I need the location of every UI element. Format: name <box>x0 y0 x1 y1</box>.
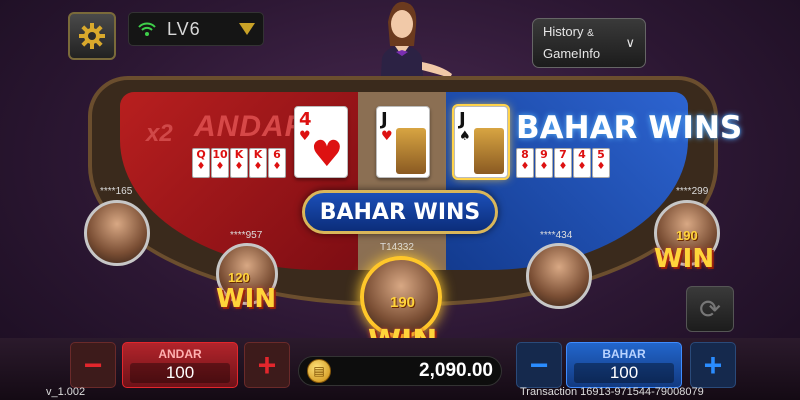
card-suit: ♦ <box>558 161 568 172</box>
andar-bet-button[interactable]: ANDAR 100 <box>122 342 238 388</box>
gameinfo-label: GameInfo <box>543 46 601 61</box>
card-suit: ♦ <box>196 161 206 172</box>
history-gameinfo-button[interactable]: History & GameInfo ∨ <box>532 18 646 68</box>
card-suit: ♦ <box>253 161 263 172</box>
coin-icon: ▤ <box>307 359 331 383</box>
balance-display: ▤ 2,090.00 <box>298 356 502 386</box>
card-rank: J <box>381 109 388 130</box>
player-name: ****957 <box>230 230 263 241</box>
andar-multiplier: x2 <box>146 120 173 147</box>
ampersand-label: & <box>587 28 594 39</box>
card-rank: 7 <box>559 148 567 161</box>
plus-icon: + <box>257 346 277 383</box>
result-banner: BAHAR WINS <box>302 190 498 234</box>
refresh-icon: ⟳ <box>699 293 721 324</box>
dealt-card: 4 ♦ <box>573 148 591 178</box>
card-rank: K <box>253 148 263 161</box>
andar-title: ANDAR <box>194 110 308 143</box>
gear-icon <box>79 23 105 49</box>
andar-decrease-button[interactable]: − <box>70 342 116 388</box>
card-rank: 10 <box>212 148 228 161</box>
card-rank: Q <box>196 148 206 161</box>
dealt-card: 10 ♦ <box>211 148 229 178</box>
minus-icon: − <box>529 346 549 383</box>
player-avatar[interactable] <box>84 200 150 266</box>
card-suit: ♦ <box>596 161 606 172</box>
card-suit: ♦ <box>577 161 587 172</box>
player-name: T14332 <box>380 242 414 253</box>
win-label: WIN <box>216 284 277 314</box>
card-rank: 6 <box>273 148 281 161</box>
transaction-label: Transaction 16913-971544-79008079 <box>520 386 704 398</box>
dealt-card: 5 ♦ <box>592 148 610 178</box>
andar-bet-amount: 100 <box>130 363 230 383</box>
card-rank: 8 <box>521 148 529 161</box>
andar-dealt-cards: Q ♦ 10 ♦ K ♦ K ♦ 6 ♦ <box>192 148 286 178</box>
card-suit: ♥ <box>381 129 393 144</box>
card-rank: 9 <box>540 148 548 161</box>
player-win-amount: 190 <box>676 228 698 243</box>
balance-value: 2,090.00 <box>419 360 493 381</box>
history-label: History <box>543 24 584 39</box>
card-rank: 4 <box>299 109 312 130</box>
bahar-bet-amount: 100 <box>574 363 674 383</box>
player-name: ****165 <box>100 186 133 197</box>
bahar-decrease-button[interactable]: − <box>516 342 562 388</box>
player-name: ****299 <box>676 186 709 197</box>
andar-bet-title: ANDAR <box>158 347 202 361</box>
level-dropdown[interactable]: LV6 <box>128 12 264 46</box>
dealt-card: 6 ♦ <box>268 148 286 178</box>
bahar-top-card: J ♠ <box>452 104 510 180</box>
bahar-bet-button[interactable]: BAHAR 100 <box>566 342 682 388</box>
minus-icon: − <box>83 346 103 383</box>
plus-icon: + <box>703 346 723 383</box>
win-label: WIN <box>654 244 715 274</box>
card-suit: ♦ <box>215 161 225 172</box>
dealt-card: 8 ♦ <box>516 148 534 178</box>
bahar-bet-title: BAHAR <box>602 347 646 361</box>
card-rank: K <box>234 148 244 161</box>
dealt-card: 7 ♦ <box>554 148 572 178</box>
card-suit: ♦ <box>520 161 530 172</box>
andar-increase-button[interactable]: + <box>244 342 290 388</box>
player-win-amount: 190 <box>390 294 416 311</box>
level-label: LV6 <box>167 18 201 39</box>
caret-down-icon <box>239 23 255 35</box>
bahar-wins-title: BAHAR WINS <box>516 110 743 146</box>
jack-face-icon <box>474 128 504 174</box>
chevron-down-icon: ∨ <box>625 35 635 50</box>
card-suit: ♦ <box>234 161 244 172</box>
card-rank: 5 <box>597 148 605 161</box>
card-suit: ♦ <box>539 161 549 172</box>
player-avatar[interactable] <box>526 243 592 309</box>
card-suit: ♦ <box>272 161 282 172</box>
dealt-card: K ♦ <box>230 148 248 178</box>
settings-button[interactable] <box>68 12 116 60</box>
card-big-suit: ♥ <box>310 134 343 175</box>
bahar-dealt-cards: 8 ♦ 9 ♦ 7 ♦ 4 ♦ 5 ♦ <box>516 148 610 178</box>
player-win-amount: 120 <box>228 270 250 285</box>
card-suit: ♥ <box>299 129 311 144</box>
jack-face-icon <box>396 128 426 174</box>
card-rank: J <box>459 109 466 130</box>
andar-top-card: 4 ♥ ♥ <box>294 106 348 178</box>
version-label: v_1.002 <box>46 386 86 398</box>
dealt-card: Q ♦ <box>192 148 210 178</box>
player-name: ****434 <box>540 230 573 241</box>
dealt-card: 9 ♦ <box>535 148 553 178</box>
card-suit: ♠ <box>459 129 471 144</box>
dealt-card: K ♦ <box>249 148 267 178</box>
refresh-button[interactable]: ⟳ <box>686 286 734 332</box>
wifi-icon <box>138 22 156 36</box>
joker-card: J ♥ <box>376 106 430 178</box>
bahar-increase-button[interactable]: + <box>690 342 736 388</box>
card-rank: 4 <box>578 148 586 161</box>
